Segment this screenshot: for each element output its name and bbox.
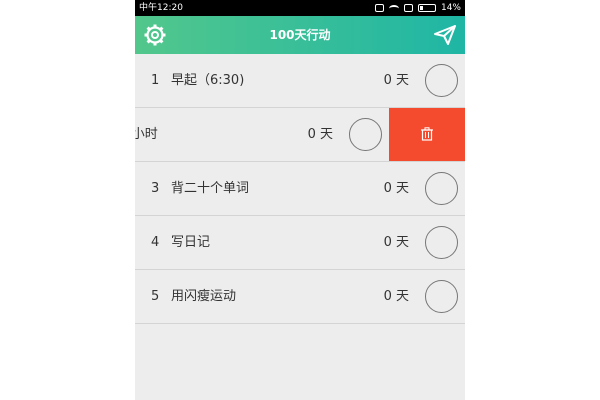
battery-level: 14% (440, 3, 461, 13)
habit-days: 0 天 (383, 235, 409, 250)
habit-days: 0 天 (307, 127, 333, 142)
habit-name: -小时 (135, 127, 158, 142)
wifi-icon (388, 4, 399, 12)
habit-name: 背二十个单词 (171, 181, 250, 196)
habit-days: 0 天 (383, 289, 409, 304)
habit-row[interactable]: 5 用闪瘦运动 0 天 (135, 270, 465, 324)
sim-icon (403, 4, 413, 12)
status-bar: 中午12:20 14% (135, 0, 465, 16)
check-circle-button[interactable] (425, 64, 458, 97)
status-time: 中午12:20 (139, 3, 183, 13)
habit-row-swiped[interactable]: -小时 0 天 (135, 108, 465, 162)
trash-icon (421, 127, 433, 141)
habit-index: 1 (151, 73, 160, 88)
habit-index: 3 (151, 181, 160, 196)
send-icon[interactable] (433, 24, 457, 46)
battery-icon (417, 4, 436, 12)
check-circle-button[interactable] (425, 226, 458, 259)
habit-days: 0 天 (383, 181, 409, 196)
status-icons: 14% (374, 0, 461, 16)
phone-screen: 中午12:20 14% 100天行动 1 早起（6:30) 0 天 小时 0 天… (135, 0, 465, 400)
habit-row[interactable]: 4 写日记 0 天 (135, 216, 465, 270)
habit-name: 用闪瘦运动 (171, 289, 237, 304)
app-header: 100天行动 (135, 16, 465, 54)
check-circle-button[interactable] (425, 172, 458, 205)
page-title: 100天行动 (269, 28, 331, 42)
habit-row[interactable]: 1 早起（6:30) 0 天 (135, 54, 465, 108)
habit-list: 1 早起（6:30) 0 天 -小时 0 天 3 背二十个单词 0 天 (135, 54, 465, 324)
check-circle-button[interactable] (349, 118, 382, 151)
delete-button[interactable] (389, 108, 465, 161)
habit-name: 早起（6:30) (171, 73, 245, 88)
habit-index: 5 (151, 289, 160, 304)
habit-row[interactable]: 3 背二十个单词 0 天 (135, 162, 465, 216)
habit-name: 写日记 (171, 235, 211, 250)
check-circle-button[interactable] (425, 280, 458, 313)
alarm-icon (374, 4, 384, 12)
habit-days: 0 天 (383, 73, 409, 88)
habit-index: 4 (151, 235, 160, 250)
